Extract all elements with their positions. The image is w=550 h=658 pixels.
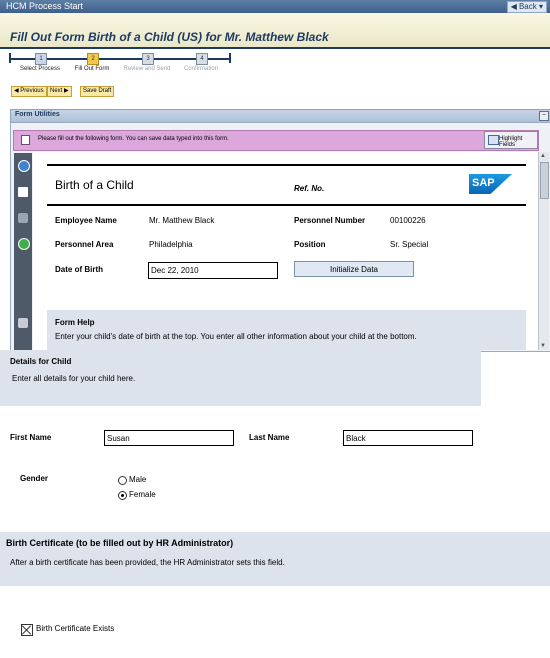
position-value: Sr. Special [390,240,429,249]
roadmap-step-4: 4 [196,53,208,65]
arrow-right-icon: ▶ [62,88,69,94]
highlight-fields-button[interactable]: Highlight Fields [484,131,538,149]
position-label: Position [294,240,326,249]
info-bar: Please fill out the following form. You … [13,130,539,151]
back-button[interactable]: ◀ Back ▾ [506,1,547,13]
page-title: Fill Out Form Birth of a Child (US) for … [10,30,329,44]
chevron-down-icon: ▾ [536,2,543,11]
initialize-data-button[interactable]: Initialize Data [294,261,414,277]
help-icon[interactable] [18,238,30,250]
employee-name-label: Employee Name [55,216,117,225]
date-of-birth-field[interactable]: Dec 22, 2010 [148,262,278,279]
form-title: Birth of a Child [55,178,134,192]
gender-female-label: Female [129,490,156,499]
roadmap-label-3: Review and Send [123,66,171,72]
roadmap-start-marker [9,53,11,63]
form-scrollbar[interactable]: ▲ ▼ [538,152,549,350]
ref-no-label: Ref. No. [294,184,325,193]
gender-female-radio[interactable] [118,491,127,500]
window-titlebar: HCM Process Start ◀ Back ▾ [0,0,550,13]
personnel-area-label: Personnel Area [55,240,114,249]
highlight-fields-label: Highlight Fields [499,136,523,148]
minimize-icon[interactable]: – [539,111,549,121]
back-label: Back [518,2,537,11]
date-of-birth-label: Date of Birth [55,265,103,274]
first-name-label: First Name [10,433,52,442]
form-utilities-header: Form Utilities – [10,109,550,123]
birth-certificate-checkbox-label: Birth Certificate Exists [36,624,115,633]
child-details-text: Enter all details for your child here. [12,374,136,383]
gender-male-label: Male [129,475,147,484]
info-message: Please fill out the following form. You … [38,136,229,142]
roadmap-step-2[interactable]: 2 [87,53,99,65]
highlight-icon [488,135,499,145]
form-icon [21,135,30,145]
form-help-title: Form Help [55,318,95,327]
roadmap-end-marker [229,53,231,63]
birth-certificate-title: Birth Certificate (to be filled out by H… [6,538,234,548]
birth-certificate-text: After a birth certificate has been provi… [10,558,285,567]
pages-icon[interactable] [18,187,28,197]
form-help-text: Enter your child's date of birth at the … [55,332,417,341]
form-utilities-title: Form Utilities [15,111,60,118]
personnel-area-value: Philadelphia [149,240,193,249]
previous-button[interactable]: ◀ Previous [11,86,47,97]
scroll-down-icon[interactable]: ▼ [540,343,546,349]
roadmap-step-1[interactable]: 1 [35,53,47,65]
attachment-icon[interactable] [18,318,28,328]
form-top-rule [47,164,526,166]
personnel-number-label: Personnel Number [294,216,366,225]
form-header-rule [47,204,526,206]
gender-label: Gender [20,474,49,483]
roadmap-step-3: 3 [142,53,154,65]
scroll-up-icon[interactable]: ▲ [540,153,546,159]
next-button[interactable]: Next ▶ [47,86,72,97]
binoculars-icon[interactable] [18,213,28,223]
info-icon[interactable] [18,160,30,172]
roadmap-label-4: Confirmation [183,66,218,72]
window-title: HCM Process Start [6,1,84,11]
save-draft-button[interactable]: Save Draft [80,86,115,97]
back-arrow-icon: ◀ [510,2,519,11]
first-name-field[interactable]: Susan [104,430,234,446]
form-help-box [47,310,526,350]
scroll-thumb[interactable] [540,162,549,199]
sap-logo-text: SAP [472,177,495,189]
previous-label: Previous [20,88,44,94]
roadmap-label-1: Select Process [19,66,61,72]
employee-name-value: Mr. Matthew Black [149,216,215,225]
roadmap-label-2: Fill Out Form [74,66,110,72]
header-divider [0,47,550,49]
child-details-title: Details for Child [10,357,72,366]
birth-certificate-checkbox[interactable] [21,624,33,636]
last-name-field[interactable]: Black [343,430,473,446]
next-label: Next [50,88,63,94]
last-name-label: Last Name [249,433,290,442]
gender-male-radio[interactable] [118,476,127,485]
personnel-number-value: 00100226 [390,216,426,225]
